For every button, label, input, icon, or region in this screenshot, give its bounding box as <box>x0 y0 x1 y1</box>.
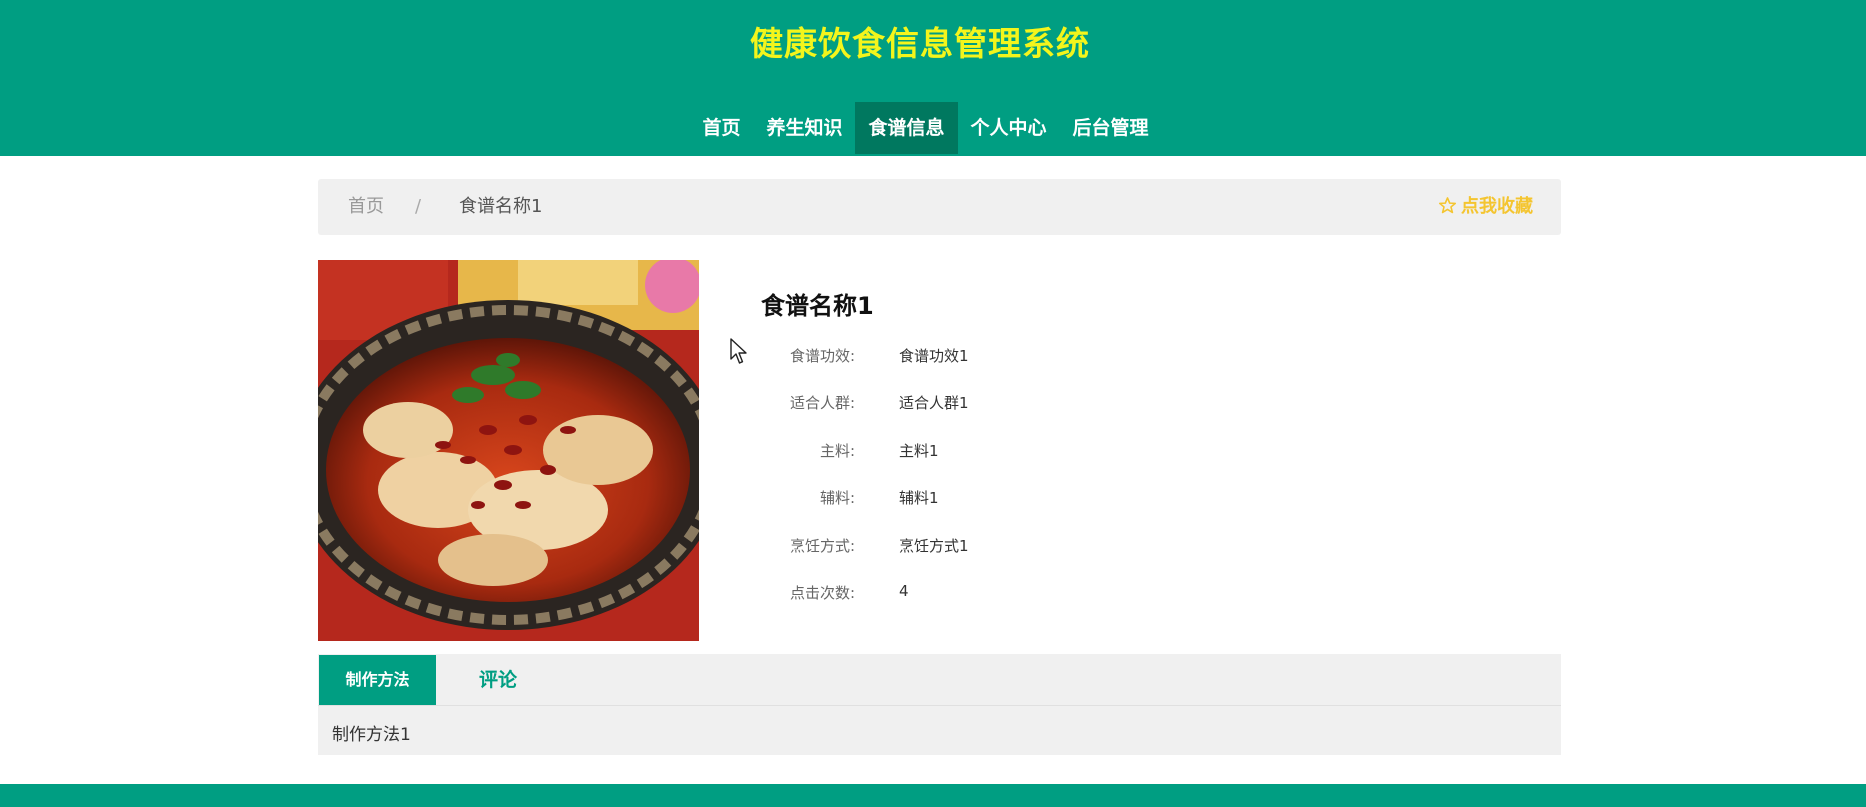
nav-item-health-knowledge[interactable]: 养生知识 <box>753 102 855 154</box>
tab-preparation[interactable]: 制作方法 <box>319 655 436 705</box>
nav-item-admin[interactable]: 后台管理 <box>1060 102 1162 154</box>
recipe-title: 食谱名称1 <box>761 292 874 320</box>
star-outline-icon <box>1438 197 1457 214</box>
detail-tabs: 制作方法 评论 <box>318 654 1561 706</box>
favorite-label: 点我收藏 <box>1461 196 1533 217</box>
field-label: 食谱功效: <box>789 347 855 365</box>
breadcrumb-home-link[interactable]: 首页 <box>348 179 384 235</box>
nav-item-personal-center[interactable]: 个人中心 <box>958 102 1060 154</box>
recipe-field-click-count: 点击次数: 4 <box>740 582 1140 606</box>
nav-item-home[interactable]: 首页 <box>689 102 753 154</box>
recipe-field-cooking-method: 烹饪方式: 烹饪方式1 <box>740 535 1140 559</box>
recipe-image <box>318 260 699 641</box>
breadcrumb-current: 食谱名称1 <box>459 196 543 217</box>
field-value: 食谱功效1 <box>899 347 969 365</box>
recipe-field-target-group: 适合人群: 适合人群1 <box>740 392 1140 416</box>
breadcrumb-separator: / <box>415 196 422 217</box>
recipe-field-side-ingredient: 辅料: 辅料1 <box>740 487 1140 511</box>
preparation-text: 制作方法1 <box>332 725 411 745</box>
mouse-cursor-icon <box>730 338 747 364</box>
site-title: 健康饮食信息管理系统 <box>750 24 1090 63</box>
field-value: 主料1 <box>899 442 939 460</box>
field-label: 主料: <box>819 442 855 460</box>
main-nav: 首页 养生知识 食谱信息 个人中心 后台管理 <box>0 102 1866 154</box>
field-value: 烹饪方式1 <box>899 537 969 555</box>
field-value: 适合人群1 <box>899 394 969 412</box>
site-header: 健康饮食信息管理系统 首页 养生知识 食谱信息 个人中心 后台管理 <box>0 0 1866 156</box>
field-label: 点击次数: <box>789 584 855 602</box>
field-label: 适合人群: <box>789 394 855 412</box>
recipe-field-efficacy: 食谱功效: 食谱功效1 <box>740 345 1140 369</box>
recipe-field-main-ingredient: 主料: 主料1 <box>740 440 1140 464</box>
tab-comments[interactable]: 评论 <box>458 655 538 705</box>
nav-item-recipes[interactable]: 食谱信息 <box>855 102 958 154</box>
field-value: 辅料1 <box>899 489 939 507</box>
field-label: 辅料: <box>819 489 855 507</box>
breadcrumb: 首页 / 食谱名称1 点我收藏 <box>318 179 1561 235</box>
field-label: 烹饪方式: <box>789 537 855 555</box>
tab-panel: 制作方法1 <box>318 706 1561 755</box>
favorite-button[interactable]: 点我收藏 <box>1438 179 1533 235</box>
footer <box>0 784 1866 807</box>
field-value: 4 <box>899 582 909 600</box>
